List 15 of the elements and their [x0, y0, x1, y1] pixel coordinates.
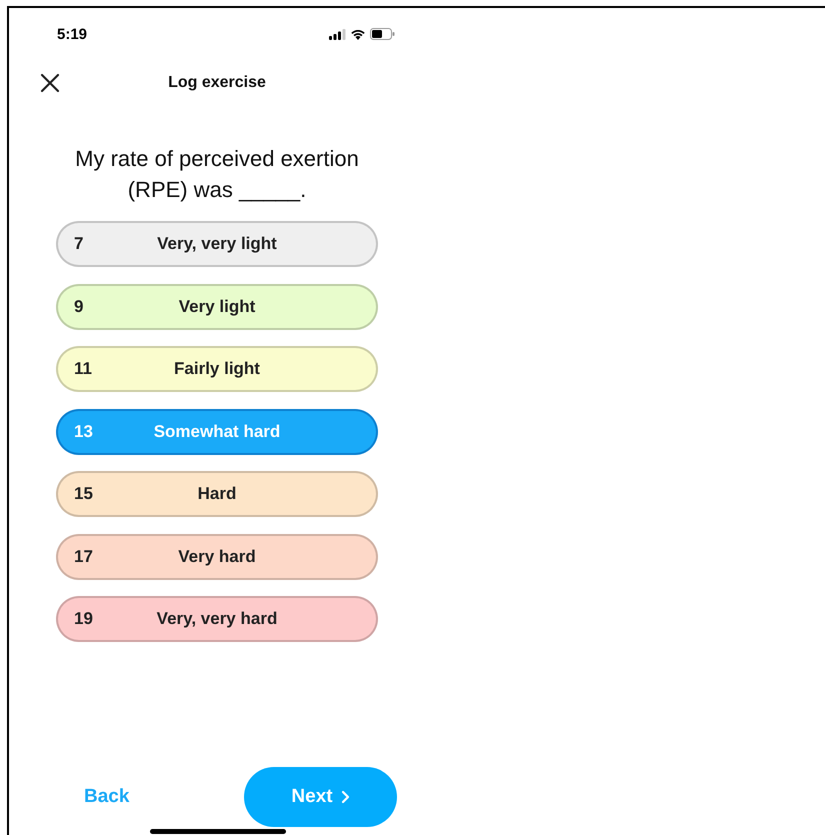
question-text: My rate of perceived exertion (RPE) was _____.	[74, 145, 360, 204]
chevron-right-icon	[340, 790, 350, 804]
battery-icon	[370, 28, 395, 40]
screen-title: Log exercise	[168, 74, 266, 92]
rpe-option[interactable]: 15 Hard	[56, 471, 378, 517]
rpe-option[interactable]: 11 Fairly light	[56, 346, 378, 392]
status-time: 5:19	[57, 26, 88, 42]
signal-icon	[329, 28, 346, 40]
close-icon	[40, 73, 60, 93]
wifi-icon	[350, 28, 366, 40]
rpe-option[interactable]: 7 Very, very light	[56, 221, 378, 267]
close-button[interactable]	[38, 71, 62, 95]
rpe-option[interactable]: 17 Very hard	[56, 534, 378, 580]
rpe-option[interactable]: 19 Very, very hard	[56, 596, 378, 642]
rpe-option[interactable]: 9 Very light	[56, 284, 378, 330]
